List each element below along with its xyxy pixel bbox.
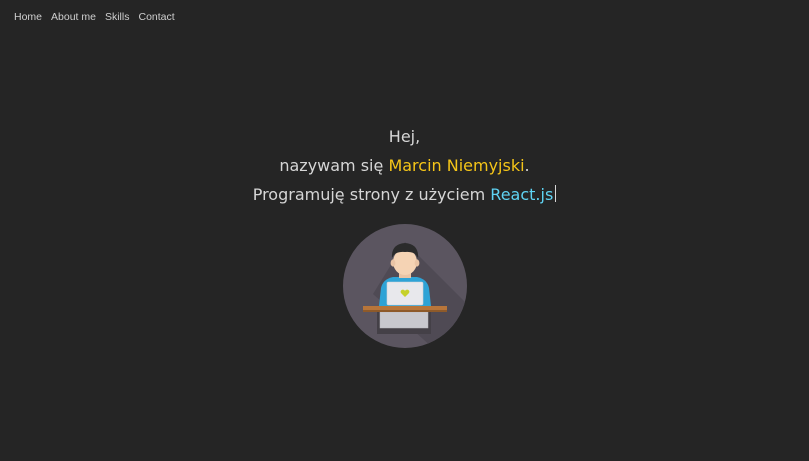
developer-avatar-icon	[343, 224, 467, 348]
intro-line: nazywam się Marcin Niemyjski.	[0, 151, 809, 180]
intro-suffix: .	[524, 156, 530, 175]
greeting: Hej,	[388, 127, 421, 146]
nav-link-skills[interactable]: Skills	[105, 11, 130, 23]
top-nav: Home About me Skills Contact	[14, 11, 175, 23]
hero-text: Hej, nazywam się Marcin Niemyjski. Progr…	[0, 122, 809, 209]
intro-prefix: nazywam się	[279, 156, 389, 175]
skill-line: Programuję strony z użyciem React.js	[0, 180, 809, 209]
skill-name: React.js	[490, 185, 554, 204]
nav-link-about-me[interactable]: About me	[51, 11, 96, 23]
author-name: Marcin Niemyjski	[388, 156, 525, 175]
page: Home About me Skills Contact Hej, nazywa…	[0, 0, 809, 461]
nav-link-contact[interactable]: Contact	[138, 11, 174, 23]
typing-caret	[555, 185, 557, 202]
nav-link-home[interactable]: Home	[14, 11, 42, 23]
skill-prefix: Programuję strony z użyciem	[252, 185, 491, 204]
greeting-line: Hej,	[0, 122, 809, 151]
